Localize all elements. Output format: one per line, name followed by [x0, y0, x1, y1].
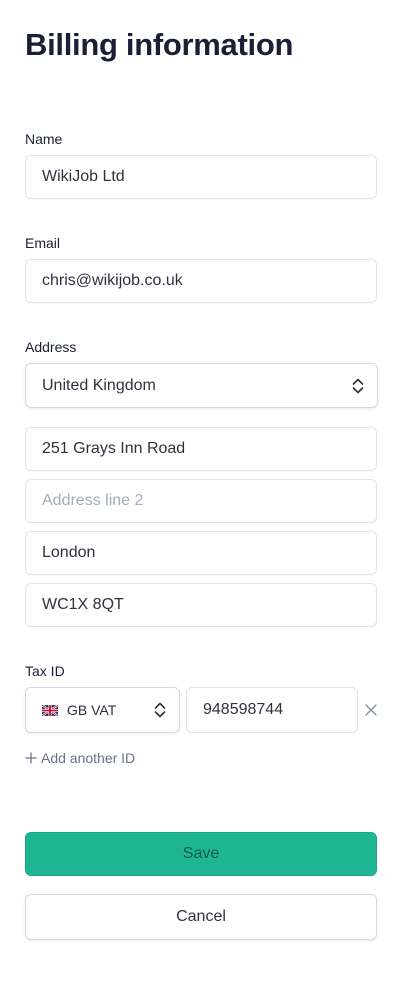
city-input[interactable]: London: [25, 531, 377, 575]
name-label: Name: [25, 131, 63, 147]
email-value: chris@wikijob.co.uk: [42, 272, 183, 289]
tax-id-value: 948598744: [203, 701, 284, 718]
postcode-input[interactable]: WC1X 8QT: [25, 583, 377, 627]
save-button[interactable]: Save: [25, 832, 377, 876]
tax-type-select[interactable]: GB VAT: [25, 687, 180, 733]
email-label: Email: [25, 235, 61, 251]
city-value: London: [42, 544, 96, 561]
postcode-value: WC1X 8QT: [42, 596, 124, 613]
add-another-id-link[interactable]: Add another ID: [25, 749, 135, 767]
address-line1-value: 251 Grays Inn Road: [42, 440, 186, 457]
address-line2-input[interactable]: Address line 2: [25, 479, 377, 523]
tax-type-value: GB VAT: [67, 702, 117, 718]
address-line1-input[interactable]: 251 Grays Inn Road: [25, 427, 377, 471]
uk-flag-icon: [42, 704, 58, 716]
cancel-button[interactable]: Cancel: [25, 894, 377, 940]
name-value: WikiJob Ltd: [42, 168, 125, 185]
tax-id-row: GB VAT 948598744: [25, 687, 385, 733]
up-down-chevron-icon: [352, 378, 364, 393]
address-line2-placeholder: Address line 2: [42, 492, 144, 509]
close-icon[interactable]: [364, 703, 378, 717]
name-input[interactable]: WikiJob Ltd: [25, 155, 377, 199]
tax-id-label: Tax ID: [25, 663, 65, 679]
page-title: Billing information: [25, 27, 294, 62]
address-label: Address: [25, 339, 77, 355]
country-value: United Kingdom: [42, 376, 156, 394]
country-select[interactable]: United Kingdom: [25, 363, 378, 408]
tax-id-input[interactable]: 948598744: [186, 687, 358, 733]
email-input[interactable]: chris@wikijob.co.uk: [25, 259, 377, 303]
plus-icon: [25, 752, 37, 764]
up-down-chevron-icon: [154, 702, 166, 718]
add-another-id-label: Add another ID: [41, 750, 136, 766]
